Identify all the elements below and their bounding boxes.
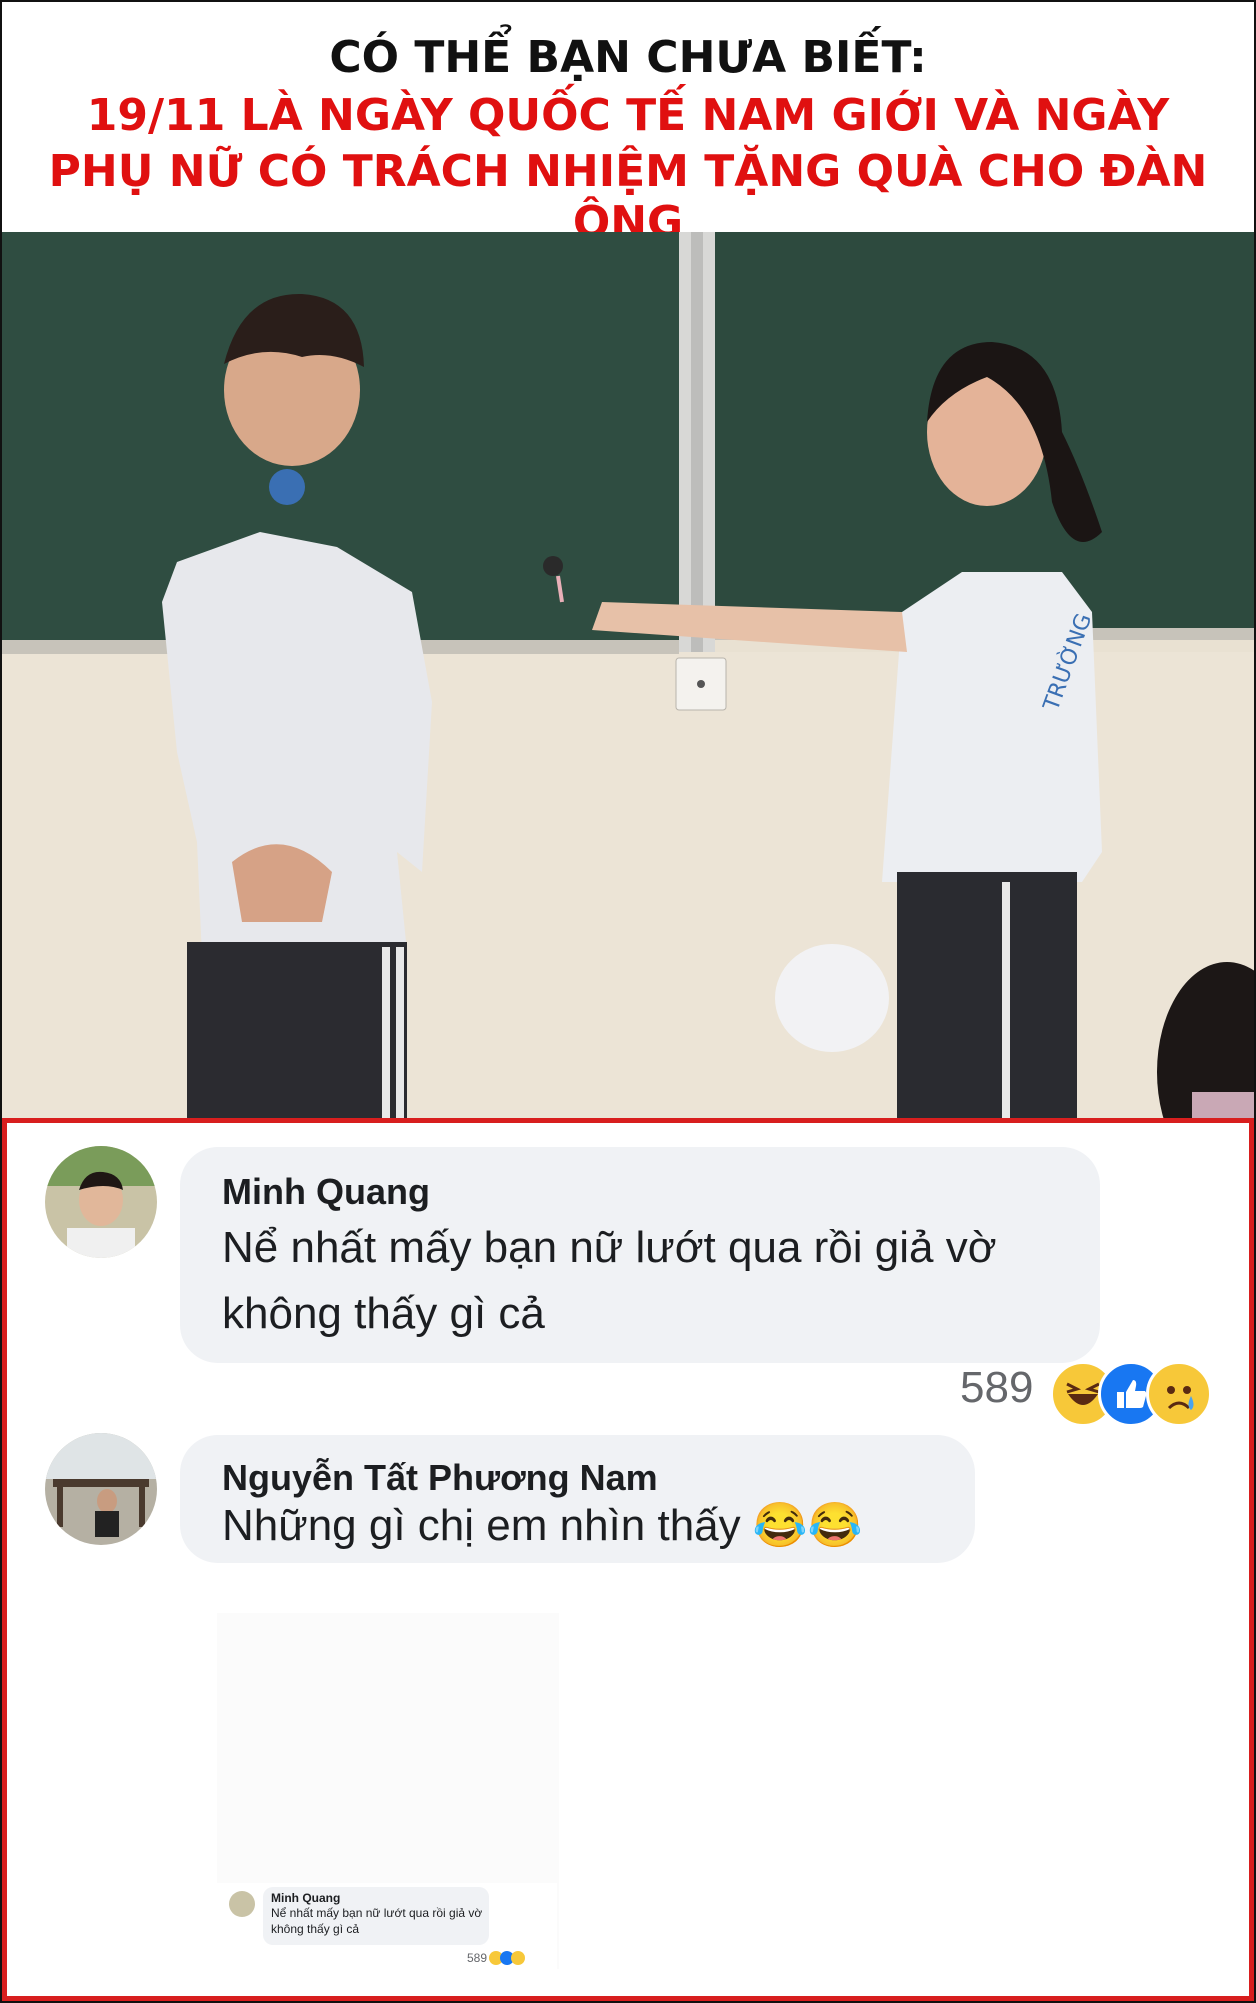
sad-icon (1146, 1361, 1212, 1427)
classroom-photo: TRƯỜNG (2, 232, 1254, 1118)
comment-author-1[interactable]: Minh Quang (222, 1171, 430, 1213)
quoted-text-line-1: Nể nhất mấy bạn nữ lướt qua rồi giả vờ (271, 1906, 483, 1920)
comment-text-1-line-2: không thấy gì cả (222, 1289, 545, 1338)
quoted-reaction-count: 589 (467, 1951, 488, 1965)
quoted-author: Minh Quang (271, 1891, 341, 1905)
comment-text-2: Những gì chị em nhìn thấy 😂😂 (222, 1501, 863, 1550)
quoted-text-line-2: không thấy gì cả (271, 1922, 360, 1936)
comments-panel: Minh Quang Nể nhất mấy bạn nữ lướt qua r… (2, 1118, 1254, 2001)
header-line-1: CÓ THỂ BẠN CHƯA BIẾT: (329, 32, 927, 83)
comment-bubble-2: Nguyễn Tất Phương Nam Những gì chị em nh… (180, 1435, 975, 1563)
avatar-nguyen-tat-phuong-nam[interactable] (45, 1433, 157, 1545)
reaction-count-1[interactable]: 589 (960, 1363, 1033, 1413)
meme-header: CÓ THỂ BẠN CHƯA BIẾT: 19/11 LÀ NGÀY QUỐC… (2, 2, 1254, 248)
quoted-bubble: Minh Quang Nể nhất mấy bạn nữ lướt qua r… (263, 1887, 489, 1945)
comment-text-1-line-1: Nể nhất mấy bạn nữ lướt qua rồi giả vờ (222, 1223, 997, 1272)
quoted-sad-icon (511, 1951, 525, 1965)
header-line-2: 19/11 LÀ NGÀY QUỐC TẾ NAM GIỚI VÀ NGÀY (86, 90, 1170, 141)
quoted-avatar (229, 1891, 255, 1917)
comment-bubble-1: Minh Quang Nể nhất mấy bạn nữ lướt qua r… (180, 1147, 1100, 1363)
avatar-minh-quang[interactable] (45, 1146, 157, 1258)
quoted-comment: Minh Quang Nể nhất mấy bạn nữ lướt qua r… (217, 1883, 557, 1979)
